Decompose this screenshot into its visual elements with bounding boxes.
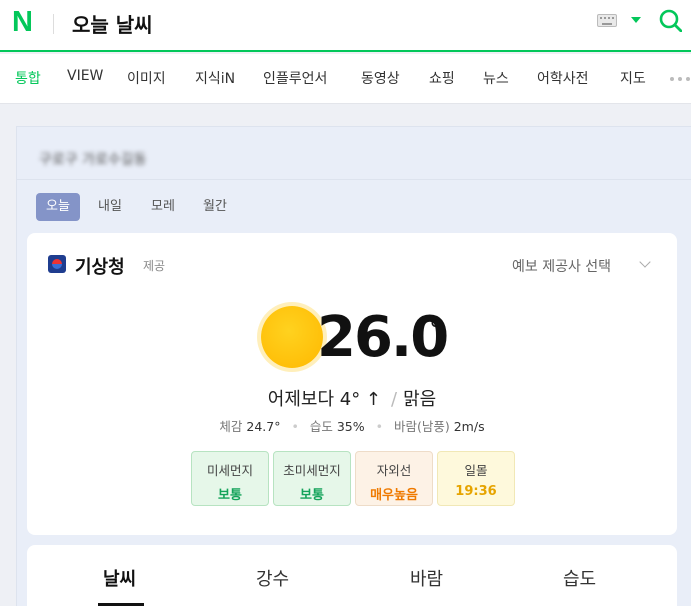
tab-map[interactable]: 지도 (620, 68, 646, 88)
top-bar: N 오늘 날씨 (0, 0, 691, 52)
sunset-chip[interactable]: 일몰 19:36 (437, 451, 515, 506)
provider-name: 기상청 (75, 257, 125, 278)
chevron-down-icon[interactable] (639, 256, 651, 268)
chip-value: 보통 (300, 488, 324, 503)
current-temperature: 26.0 (317, 305, 449, 370)
more-icon[interactable] (670, 77, 691, 81)
tab-images[interactable]: 이미지 (127, 68, 166, 88)
feels-label: 체감 (219, 419, 243, 434)
select-provider-button[interactable]: 예보 제공사 선택 (512, 256, 611, 276)
naver-logo[interactable]: N (12, 6, 33, 39)
temperature-unit: ° (429, 315, 442, 345)
chip-value: 매우높음 (370, 488, 418, 503)
day-tab-tomorrow[interactable]: 내일 (88, 193, 132, 221)
provider-suffix: 제공 (143, 259, 166, 273)
feels-value: 24.7° (246, 419, 281, 434)
tab-news[interactable]: 뉴스 (483, 68, 509, 88)
weather-details: 체감 24.7° • 습도 35% • 바람(남풍) 2m/s (219, 419, 485, 434)
current-weather-card: 기상청 제공 예보 제공사 선택 26.0 ° 어제보다 4° ↑ / 맑음 체감 … (27, 233, 677, 535)
chip-label: 초미세먼지 (283, 463, 341, 478)
kma-logo-icon (48, 255, 66, 273)
humidity-value: 35% (336, 419, 365, 434)
tab-integrated[interactable]: 통합 (15, 68, 41, 88)
divider (17, 179, 691, 180)
chip-label: 일몰 (464, 463, 488, 478)
day-tab-day-after[interactable]: 모레 (141, 193, 185, 221)
chevron-down-icon[interactable] (631, 17, 641, 23)
keyboard-icon[interactable] (597, 14, 617, 27)
yesterday-comparison: 어제보다 4° ↑ (267, 389, 381, 410)
tab-view[interactable]: VIEW (67, 68, 103, 84)
chip-label: 자외선 (376, 463, 412, 478)
wind-value: 2m/s (453, 419, 485, 434)
location-title[interactable]: 구로구 가로수길동 (39, 149, 147, 169)
ultrafine-dust-chip[interactable]: 초미세먼지 보통 (273, 451, 351, 506)
fine-dust-chip[interactable]: 미세먼지 보통 (191, 451, 269, 506)
search-query[interactable]: 오늘 날씨 (72, 9, 153, 38)
divider (53, 14, 54, 34)
tab-influencer[interactable]: 인플루언서 (263, 68, 327, 88)
search-icon[interactable] (659, 9, 682, 32)
tab-wind[interactable]: 바람 (410, 565, 443, 591)
tab-precipitation[interactable]: 강수 (256, 565, 289, 591)
humidity-label: 습도 (309, 419, 333, 434)
tab-humidity[interactable]: 습도 (563, 565, 596, 591)
weather-condition: 맑음 (403, 389, 437, 410)
chip-value: 보통 (218, 488, 242, 503)
category-tabs: 통합 VIEW 이미지 지식iN 인플루언서 동영상 쇼핑 뉴스 어학사전 지도 (0, 54, 691, 104)
tab-dictionary[interactable]: 어학사전 (537, 68, 589, 88)
day-tab-monthly[interactable]: 월간 (193, 193, 237, 221)
chip-value: 19:36 (455, 484, 497, 499)
tab-video[interactable]: 동영상 (361, 68, 400, 88)
chip-label: 미세먼지 (206, 463, 253, 478)
weather-detail-tabs: 날씨 강수 바람 습도 (27, 545, 677, 606)
sun-icon (261, 306, 323, 368)
day-tab-today[interactable]: 오늘 (36, 193, 80, 221)
tab-shopping[interactable]: 쇼핑 (429, 68, 455, 88)
wind-label: 바람(남풍) (393, 419, 450, 434)
comparison-line: 어제보다 4° ↑ / 맑음 (267, 389, 437, 410)
tab-weather[interactable]: 날씨 (103, 565, 136, 591)
tab-knowledge-in[interactable]: 지식iN (195, 68, 235, 88)
uv-index-chip[interactable]: 자외선 매우높음 (355, 451, 433, 506)
